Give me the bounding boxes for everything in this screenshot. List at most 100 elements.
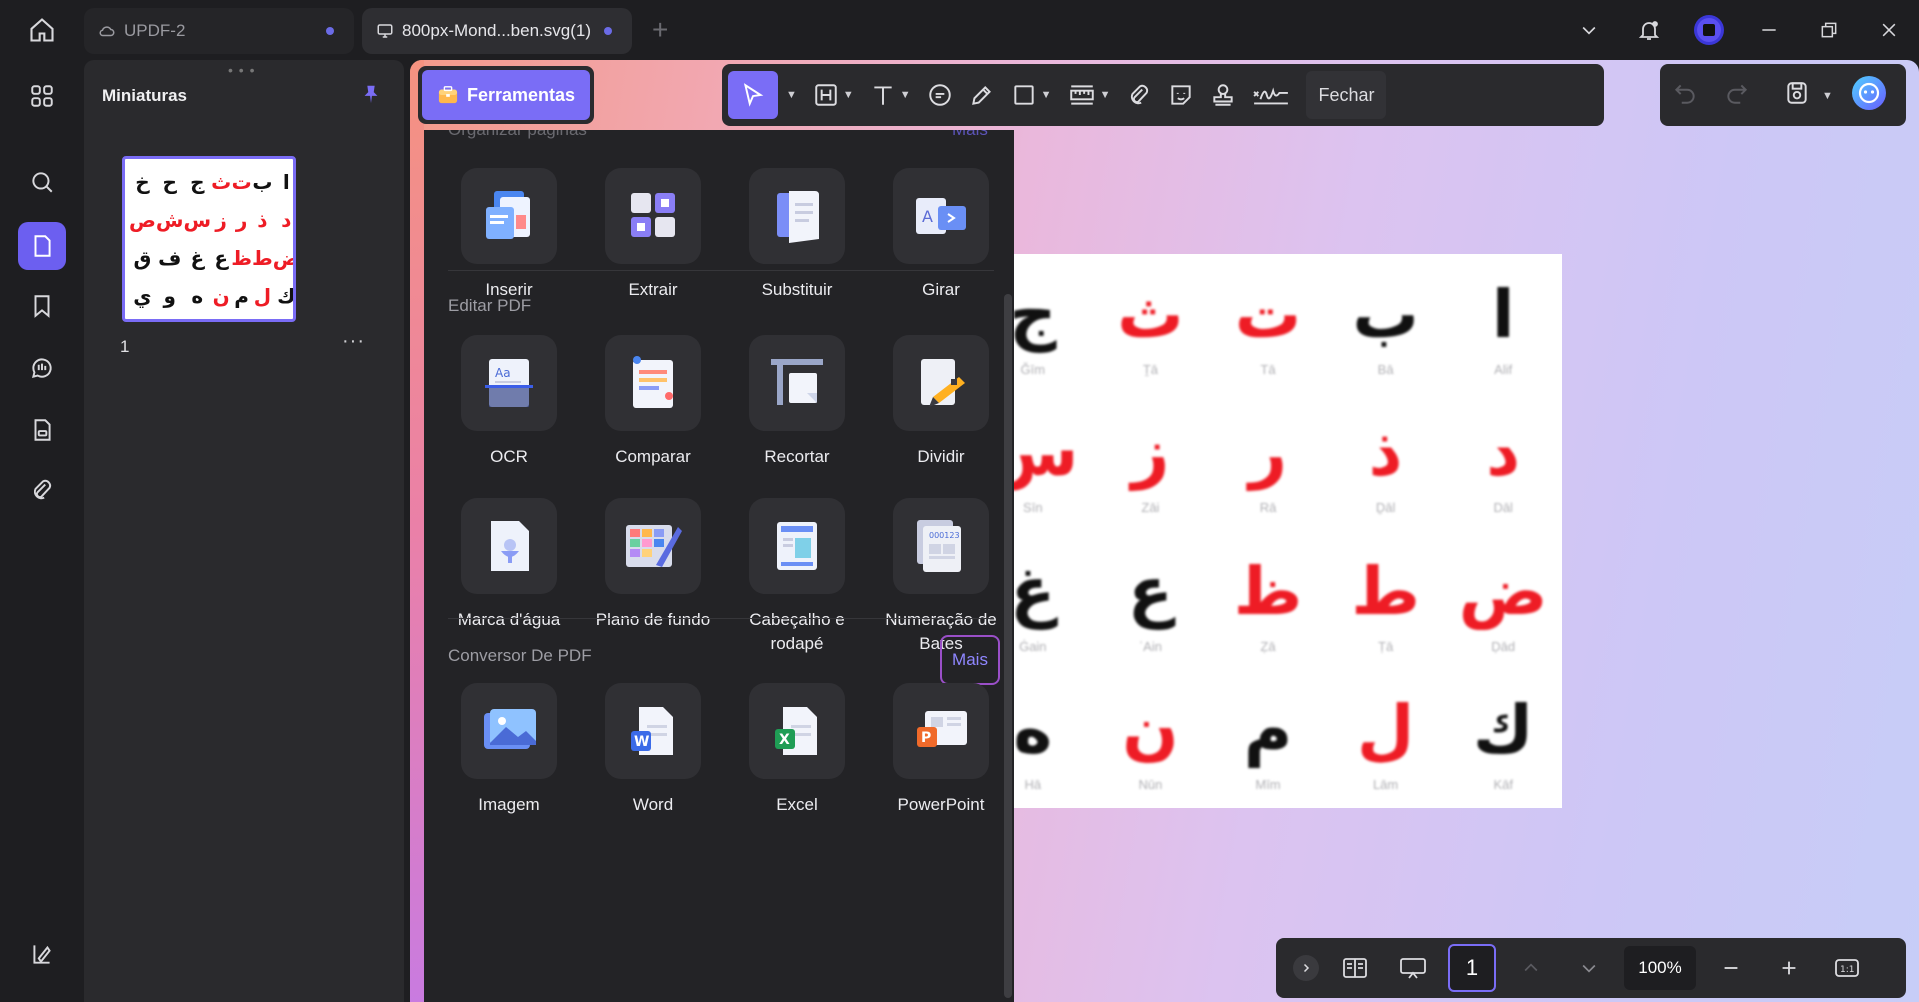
sticker-tool[interactable] (1160, 71, 1202, 119)
arabic-letter: ج (1014, 275, 1057, 353)
page-number-input[interactable]: 1 (1448, 944, 1496, 992)
ai-assistant-button[interactable] (1851, 75, 1887, 116)
pin-panel-button[interactable] (360, 82, 382, 111)
panel-drag-handle[interactable]: • • • (228, 62, 255, 78)
thumbnail-letter: س (183, 208, 212, 232)
close-window-button[interactable] (1859, 0, 1919, 60)
pencil-tool[interactable] (961, 71, 1003, 119)
thumbnail-more-button[interactable]: ··· (342, 330, 365, 353)
svg-text:000123: 000123 (929, 531, 960, 540)
account-button[interactable] (1679, 0, 1739, 60)
tool-label: OCR (490, 447, 528, 466)
restore-button[interactable] (1799, 0, 1859, 60)
compare-tool[interactable]: Comparar (588, 335, 718, 469)
rotate-icon: A (893, 168, 989, 264)
close-icon (1882, 23, 1896, 37)
rail-thumbnails-button[interactable] (18, 222, 66, 270)
highlight-tool[interactable]: ▼ (805, 71, 862, 119)
page-thumbnail[interactable]: خحجثتبا صشسزرذد قفغعظطض يوهنملك (122, 156, 296, 322)
monitor-icon (377, 24, 393, 38)
letter-name: Dāl (1493, 500, 1513, 516)
caret-down-icon: ▼ (842, 89, 854, 101)
undo-icon (1674, 84, 1695, 104)
replace-tool[interactable]: Substituir (732, 168, 862, 302)
tab-document[interactable]: 800px-Mond...ben.svg(1) (362, 8, 632, 54)
rail-attachments-button[interactable] (18, 466, 66, 514)
pdf-page[interactable]: ا Alif ب Bā ت Tā ث Ṯā ج Ǧīm د Dāl ذ Ḏāl ر Rā ز Zāi س Sīn ض Ḍā… (1014, 254, 1562, 808)
header-footer-tool[interactable]: Cabeçalho e rodapé (732, 498, 862, 656)
grid-icon (31, 85, 53, 107)
section-divider (448, 618, 994, 619)
thumbnail-letter: ا (282, 170, 290, 194)
arabic-letter: ذ (1368, 414, 1403, 492)
rail-layers-button[interactable] (18, 930, 66, 978)
tab-unsaved-dot (604, 27, 612, 35)
save-menu-button[interactable]: ▼ (1822, 86, 1833, 104)
rail-bookmarks-button[interactable] (18, 282, 66, 330)
presentation-button[interactable] (1384, 944, 1442, 992)
organize-more-link[interactable]: Mais (952, 130, 988, 140)
rail-search-button[interactable] (18, 158, 66, 206)
convert-word-tool[interactable]: W Word (588, 683, 718, 817)
select-tool-menu[interactable]: ▼ (778, 71, 805, 119)
rotate-tool[interactable]: A Girar (876, 168, 1006, 302)
text-tool[interactable]: ▼ (862, 71, 919, 119)
background-tool[interactable]: Plano de fundo (588, 498, 718, 632)
page-layout-button[interactable] (1326, 944, 1384, 992)
convert-excel-tool[interactable]: X Excel (732, 683, 862, 817)
add-tab-button[interactable]: + (652, 16, 668, 44)
signature-tool[interactable] (1244, 71, 1298, 119)
previous-page-button[interactable] (1502, 944, 1560, 992)
watermark-tool[interactable]: Marca d'água (444, 498, 574, 632)
section-title-edit: Editar PDF (448, 296, 532, 315)
redo-button[interactable] (1724, 80, 1750, 111)
zoom-level-input[interactable]: 100% (1624, 946, 1696, 990)
zoom-in-button[interactable] (1760, 944, 1818, 992)
ocr-tool[interactable]: Aa OCR (444, 335, 574, 469)
cursor-icon (743, 83, 764, 107)
pencil-icon (971, 86, 991, 105)
tab-list-button[interactable] (1559, 0, 1619, 60)
tool-label: Dividir (917, 447, 965, 466)
convert-more-button[interactable]: Mais (940, 635, 1000, 685)
page-icon (34, 235, 51, 257)
insert-tool[interactable]: Inserir (444, 168, 574, 302)
undo-button[interactable] (1672, 80, 1698, 111)
minimize-button[interactable] (1739, 0, 1799, 60)
home-button[interactable] (0, 0, 84, 60)
thumbnail-letter: ب (252, 170, 273, 194)
letter-cell: ع ʿAin (1092, 531, 1210, 670)
tools-button[interactable]: Ferramentas (422, 70, 590, 120)
convert-image-tool[interactable]: Imagem (444, 683, 574, 817)
actual-size-button[interactable]: 1:1 (1818, 944, 1876, 992)
stamp-tool[interactable] (1202, 71, 1244, 119)
arabic-letter: ط (1351, 552, 1420, 630)
shape-tool[interactable]: ▼ (1003, 71, 1060, 119)
attach-tool[interactable] (1118, 71, 1160, 119)
bates-numbering-tool[interactable]: 000123 Numeração de Bates (876, 498, 1006, 656)
next-page-button[interactable] (1560, 944, 1618, 992)
tools-panel: Organizar páginas Mais Inserir Extrair S… (424, 130, 1014, 1002)
split-tool[interactable]: Dividir (876, 335, 1006, 469)
close-toolbar-button[interactable]: Fechar (1306, 71, 1387, 119)
letter-cell: ض Ḍād (1444, 531, 1562, 670)
collapse-bar-button[interactable] (1286, 944, 1326, 992)
rail-apps-button[interactable] (18, 72, 66, 120)
thumbnail-letter: ش (155, 208, 184, 232)
crop-tool[interactable]: Recortar (732, 335, 862, 469)
zoom-out-button[interactable] (1702, 944, 1760, 992)
tab-updf-2[interactable]: UPDF-2 (84, 8, 354, 54)
comment-tool[interactable] (919, 71, 961, 119)
thumbnail-letter: ه (191, 284, 204, 308)
save-button[interactable] (1784, 80, 1810, 111)
select-tool[interactable] (728, 71, 778, 119)
tools-panel-scrollbar[interactable] (1004, 294, 1012, 998)
extract-tool[interactable]: Extrair (588, 168, 718, 302)
svg-text:A: A (922, 207, 933, 226)
extract-icon (605, 168, 701, 264)
measure-tool[interactable]: ▼ (1060, 71, 1119, 119)
convert-powerpoint-tool[interactable]: P PowerPoint (876, 683, 1006, 817)
rail-comments-button[interactable] (18, 344, 66, 392)
rail-forms-button[interactable] (18, 406, 66, 454)
notifications-button[interactable] (1619, 0, 1679, 60)
